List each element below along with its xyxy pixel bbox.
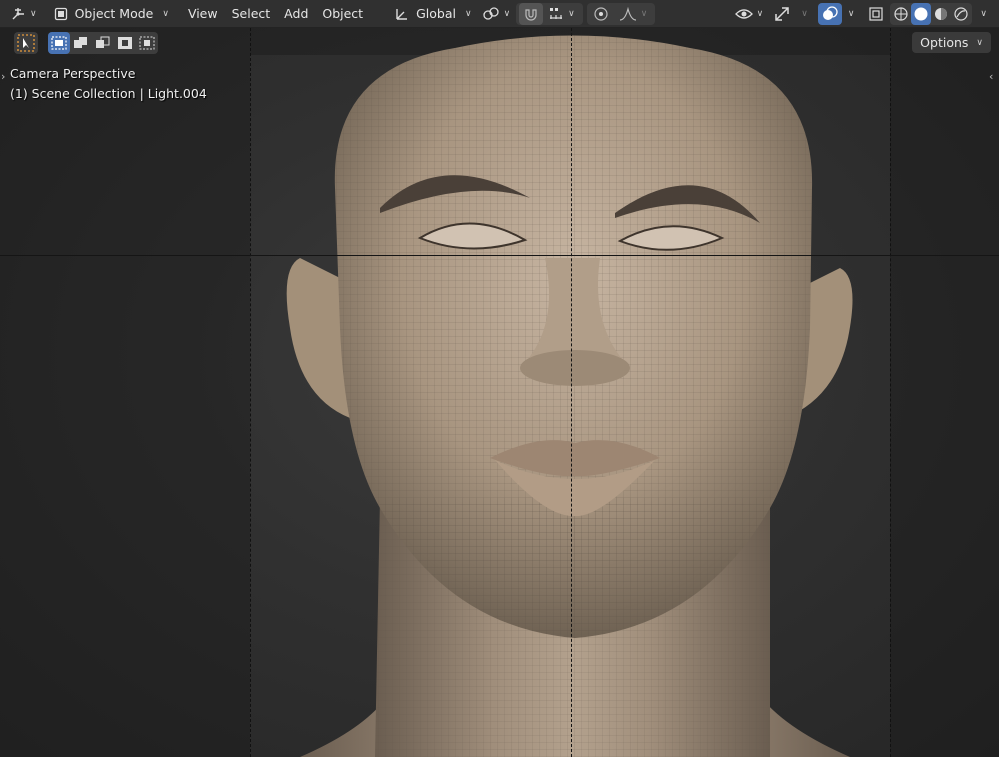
shading-mode-group <box>890 2 973 25</box>
visibility-dropdown[interactable]: ∨ <box>731 3 768 25</box>
select-box-tool-icon <box>17 33 35 52</box>
mode-label: Object Mode <box>74 6 154 21</box>
pivot-point-dropdown[interactable]: ∨ <box>478 3 515 25</box>
horizontal-guide-line <box>0 255 999 256</box>
pivot-point-icon <box>482 6 499 20</box>
head-sculpt-model[interactable] <box>0 28 999 757</box>
proportional-edit-toggle[interactable] <box>589 3 613 25</box>
wireframe-shading-button[interactable] <box>891 3 911 25</box>
rendered-shading-icon <box>954 6 969 21</box>
magnet-icon <box>525 8 537 21</box>
chevron-down-icon: ∨ <box>976 37 983 48</box>
menu-select[interactable]: Select <box>225 3 278 25</box>
xray-toggle[interactable] <box>864 3 888 25</box>
snap-toggle[interactable] <box>519 2 544 25</box>
camera-perspective-label: Camera Perspective <box>10 66 136 81</box>
material-shading-button[interactable] <box>931 3 951 25</box>
chevron-down-icon: ∨ <box>464 8 472 19</box>
scene-collection-label: (1) Scene Collection | Light.004 <box>10 86 207 101</box>
blender-3d-viewport-window: Camera Perspective (1) Scene Collection … <box>0 0 999 757</box>
chevron-down-icon: ∨ <box>568 8 575 19</box>
rendered-shading-button[interactable] <box>951 3 971 25</box>
snap-target-dropdown[interactable]: ∨ <box>544 3 579 25</box>
chevron-down-icon: ∨ <box>756 8 764 19</box>
menu-add[interactable]: Add <box>277 3 315 25</box>
menu-object[interactable]: Object <box>315 3 370 25</box>
select-subtract-icon <box>96 36 110 48</box>
select-extend-icon <box>74 36 87 48</box>
vertical-guide-line <box>571 28 572 757</box>
orientation-label: Global <box>416 6 456 21</box>
select-subtract-button[interactable] <box>92 32 114 54</box>
select-extend-button[interactable] <box>70 32 92 54</box>
chevron-down-icon: ∨ <box>640 8 648 19</box>
toolbar-expand-arrow-icon[interactable]: › <box>1 70 5 83</box>
xray-icon <box>869 6 884 21</box>
snap-group: ∨ <box>516 2 583 25</box>
gizmo-icon <box>775 6 789 21</box>
chevron-down-icon: ∨ <box>503 8 511 19</box>
chevron-down-icon[interactable]: ∨ <box>801 9 808 19</box>
options-dropdown[interactable]: Options ∨ <box>912 32 991 53</box>
overlays-icon <box>822 5 838 20</box>
chevron-down-icon: ∨ <box>162 8 169 19</box>
select-intersect-icon <box>139 36 155 49</box>
camera-frame-left-edge <box>250 28 251 757</box>
falloff-dropdown[interactable]: ∨ <box>615 3 652 25</box>
gizmo-toggle[interactable] <box>769 3 795 25</box>
select-difference-icon <box>118 36 132 49</box>
falloff-curve-icon <box>619 6 636 21</box>
3d-viewport[interactable]: Camera Perspective (1) Scene Collection … <box>0 28 999 757</box>
selection-mode-group <box>48 31 158 54</box>
eye-icon <box>734 8 753 19</box>
snap-increment-icon <box>550 7 563 19</box>
wireframe-shading-icon <box>894 6 909 21</box>
shading-options-chevron-icon[interactable]: ∨ <box>980 9 987 19</box>
solid-shading-button[interactable] <box>911 2 932 25</box>
viewport-header: ∨ Object Mode ∨ View Select Add Object G… <box>0 0 999 28</box>
select-new-button[interactable] <box>48 31 70 54</box>
camera-frame-right-edge <box>890 28 891 757</box>
sidebar-expand-arrow-icon[interactable]: ‹ <box>989 70 993 83</box>
tool-settings-header: Options ∨ <box>0 28 999 57</box>
chevron-down-icon[interactable]: ∨ <box>848 9 855 19</box>
menu-view[interactable]: View <box>181 3 225 25</box>
chevron-down-icon: ∨ <box>30 8 37 19</box>
select-new-icon <box>51 35 67 50</box>
editor-type-button[interactable]: ∨ <box>6 3 41 25</box>
overlays-toggle[interactable] <box>817 2 842 25</box>
transform-gizmo-icon <box>12 7 24 19</box>
options-label: Options <box>920 35 969 50</box>
proportional-edit-group: ∨ <box>586 2 656 25</box>
solid-shading-icon <box>914 7 928 20</box>
active-tool-button[interactable] <box>14 31 38 54</box>
select-difference-button[interactable] <box>114 32 136 54</box>
material-shading-icon <box>935 7 948 20</box>
object-mode-icon <box>54 7 67 20</box>
transform-orientation-dropdown[interactable]: Global ∨ <box>390 3 475 25</box>
select-intersect-button[interactable] <box>136 32 158 54</box>
transform-orientation-icon <box>396 8 408 20</box>
mode-dropdown[interactable]: Object Mode ∨ <box>49 3 173 25</box>
proportional-edit-icon <box>594 6 608 21</box>
